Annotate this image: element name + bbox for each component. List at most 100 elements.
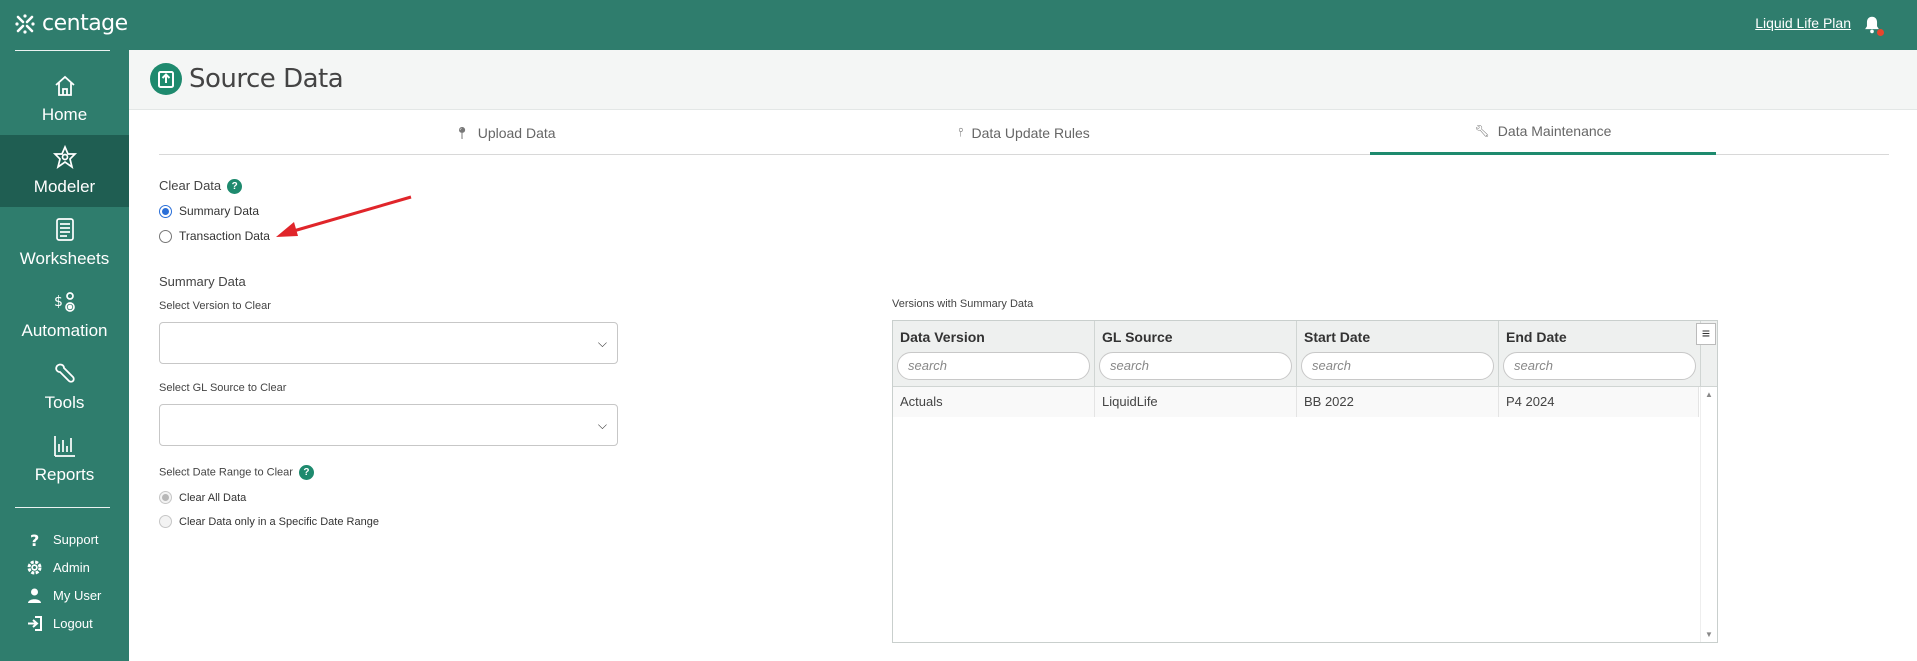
plan-link[interactable]: Liquid Life Plan [1755, 15, 1851, 31]
scroll-down-icon[interactable]: ▼ [1705, 630, 1713, 639]
radio-button [159, 515, 172, 528]
tab-label: Upload Data [477, 124, 556, 141]
radio-summary-data[interactable]: Summary Data [159, 204, 259, 218]
column-filter-input[interactable]: search [1099, 352, 1292, 380]
sidebar-item-label: Logout [53, 616, 93, 631]
sidebar-item-label: Worksheets [19, 249, 110, 268]
radio-clear-all-data: Clear All Data [159, 491, 246, 504]
column-filter-input[interactable]: search [1301, 352, 1494, 380]
table-cell: Actuals [893, 387, 1095, 417]
sidebar-item-automation[interactable]: $ Automation [0, 279, 129, 351]
table-cell: P4 2024 [1499, 387, 1699, 417]
radio-transaction-data[interactable]: Transaction Data [159, 229, 270, 243]
column-title: End Date [1506, 329, 1567, 345]
gear-icon [27, 560, 42, 575]
pin-icon: 📍︎ [454, 125, 470, 140]
vertical-scrollbar[interactable]: ▲ ▼ [1700, 387, 1717, 642]
help-icon[interactable]: ? [298, 465, 314, 480]
sidebar-item-worksheets[interactable]: Worksheets [0, 207, 129, 279]
centage-logo-icon [15, 13, 35, 34]
radio-label: Clear All Data [179, 491, 247, 504]
page-header: Source Data [129, 50, 1917, 110]
svg-text:?: ? [30, 531, 39, 548]
tab-data-maintenance[interactable]: 🔧︎ Data Maintenance [1370, 110, 1716, 155]
column-header[interactable]: GL Source search [1095, 321, 1297, 387]
radio-label: Clear Data only in a Specific Date Range [179, 515, 379, 528]
tab-label: Data Update Rules [971, 124, 1090, 141]
sidebar-item-my-user[interactable]: My User [26, 587, 101, 604]
sidebar-item-modeler[interactable]: Modeler [0, 135, 129, 207]
sidebar-item-tools[interactable]: Tools [0, 351, 129, 423]
clear-data-label: Clear Data? [159, 178, 243, 195]
grid-header: Data Version search GL Source search Sta… [893, 321, 1717, 387]
wrench-icon: 🔧︎ [1474, 124, 1490, 138]
versions-grid-title: Versions with Summary Data [892, 298, 1034, 310]
version-select[interactable]: ⌵ [159, 322, 618, 364]
modeler-icon [52, 144, 77, 170]
annotation-arrow [276, 195, 412, 237]
tab-label: Data Maintenance [1497, 123, 1612, 139]
home-icon [54, 75, 75, 96]
radio-button[interactable] [159, 204, 172, 218]
brand-name: centage [42, 11, 128, 36]
column-title: GL Source [1102, 329, 1173, 345]
sidebar-item-reports[interactable]: Reports [0, 423, 129, 495]
column-header[interactable]: End Date search [1499, 321, 1701, 387]
sidebar-item-label: Reports [34, 465, 95, 484]
logout-icon [28, 616, 42, 631]
radio-button[interactable] [159, 229, 172, 243]
date-range-label: Select Date Range to Clear? [159, 465, 314, 480]
summary-heading: Summary Data [159, 274, 246, 289]
versions-grid: Data Version search GL Source search Sta… [892, 320, 1718, 643]
column-filter-input[interactable]: search [897, 352, 1090, 380]
sidebar-item-label: Admin [53, 560, 90, 575]
column-title: Start Date [1304, 329, 1371, 345]
date-range-text: Select Date Range to Clear [159, 466, 293, 479]
top-bar: centage Liquid Life Plan [0, 0, 1917, 50]
automation-icon: $ [54, 292, 75, 312]
version-label: Select Version to Clear [159, 300, 271, 312]
sidebar-item-label: Modeler [33, 177, 96, 196]
sidebar-item-logout[interactable]: Logout [26, 615, 93, 632]
radio-label: Transaction Data [179, 229, 270, 243]
column-title: Data Version [900, 329, 985, 345]
chevron-down-icon: ⌵ [597, 336, 607, 350]
sidebar-item-label: Home [41, 105, 88, 124]
radio-button [159, 491, 172, 504]
notification-dot [1877, 29, 1884, 36]
page-title: Source Data [189, 64, 344, 94]
gl-source-select[interactable]: ⌵ [159, 404, 618, 446]
help-icon[interactable]: ? [227, 179, 243, 195]
tab-data-update-rules[interactable]: ⫯ Data Update Rules [851, 110, 1197, 155]
tab-bar: 📍︎ Upload Data ⫯ Data Update Rules 🔧︎ Da… [159, 110, 1889, 155]
sidebar-item-label: My User [53, 588, 102, 603]
sidebar-item-support[interactable]: ? Support [26, 531, 99, 548]
sidebar: Home Modeler Worksheets $ Automation Too… [0, 50, 129, 661]
question-icon: ? [30, 531, 39, 548]
table-cell: LiquidLife [1095, 387, 1297, 417]
table-cell: BB 2022 [1297, 387, 1499, 417]
worksheets-icon [55, 218, 74, 241]
radio-label: Summary Data [179, 204, 260, 218]
tools-icon [54, 363, 75, 383]
column-menu-icon[interactable]: ≡ [1696, 323, 1716, 345]
sidebar-divider [15, 50, 110, 51]
upload-circle-icon [150, 63, 182, 95]
column-header[interactable]: Start Date search [1297, 321, 1499, 387]
chevron-down-icon: ⌵ [597, 418, 607, 432]
column-header[interactable]: Data Version search [893, 321, 1095, 387]
reports-icon [53, 436, 75, 457]
scroll-up-icon[interactable]: ▲ [1705, 390, 1713, 399]
column-filter-input[interactable]: search [1503, 352, 1696, 380]
tab-upload-data[interactable]: 📍︎ Upload Data [332, 110, 678, 155]
sidebar-item-home[interactable]: Home [0, 63, 129, 135]
gl-source-label: Select GL Source to Clear [159, 382, 287, 394]
sidebar-divider [15, 507, 110, 508]
sidebar-item-label: Tools [44, 393, 85, 412]
radio-specific-date-range: Clear Data only in a Specific Date Range [159, 515, 379, 528]
pushpin-icon: ⫯ [958, 125, 964, 139]
sidebar-item-label: Automation [21, 321, 108, 340]
sidebar-item-admin[interactable]: Admin [26, 559, 90, 576]
brand-logo[interactable]: centage [14, 11, 128, 36]
table-row[interactable]: Actuals LiquidLife BB 2022 P4 2024 [893, 387, 1699, 417]
